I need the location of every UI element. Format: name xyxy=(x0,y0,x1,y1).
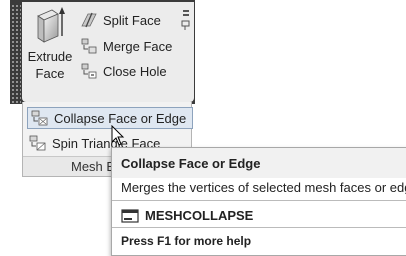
extrude-label-line1: Extrude xyxy=(27,49,73,64)
merge-face-icon xyxy=(81,38,97,54)
tooltip-description: Merges the vertices of selected mesh fac… xyxy=(121,180,406,195)
split-face-icon xyxy=(81,12,97,28)
close-hole-icon xyxy=(81,63,97,79)
close-hole-button[interactable]: Close Hole xyxy=(80,60,167,82)
command-line-icon xyxy=(121,208,139,223)
merge-face-label: Merge Face xyxy=(103,38,173,54)
tooltip-command-name: MESHCOLLAPSE xyxy=(145,208,254,223)
extrude-label-line2: Face xyxy=(35,66,65,81)
close-hole-label: Close Hole xyxy=(103,63,167,79)
spin-triangle-face-icon xyxy=(29,135,46,151)
tooltip-command: MESHCOLLAPSE xyxy=(121,208,253,223)
pin-icon[interactable] xyxy=(181,9,191,31)
merge-face-button[interactable]: Merge Face xyxy=(80,35,172,57)
mouse-cursor-icon xyxy=(111,125,125,146)
panel-grip-handle[interactable] xyxy=(11,4,21,104)
split-face-button[interactable]: Split Face xyxy=(80,9,161,31)
tooltip-divider xyxy=(112,227,406,228)
extrude-face-icon xyxy=(37,7,65,43)
tooltip-title: Collapse Face or Edge xyxy=(121,156,261,171)
split-face-label: Split Face xyxy=(103,12,161,28)
tooltip-divider xyxy=(112,200,406,201)
tooltip-help: Press F1 for more help xyxy=(121,234,252,248)
extrude-face-button[interactable]: Extrude Face xyxy=(26,4,72,88)
tooltip: Collapse Face or Edge Merges the vertice… xyxy=(111,147,406,256)
mesh-edit-panel: Extrude Face Split Face Merge Face Close… xyxy=(22,2,194,102)
collapse-face-label: Collapse Face or Edge xyxy=(54,110,187,126)
collapse-face-icon xyxy=(31,110,48,126)
